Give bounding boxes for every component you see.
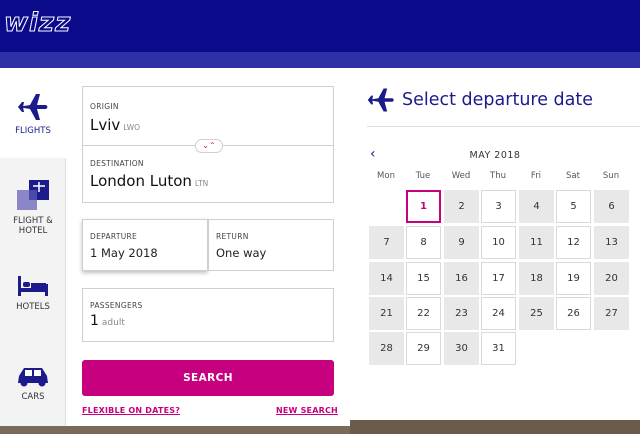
calendar-day[interactable]: 6 xyxy=(594,190,629,223)
destination-field[interactable]: London Luton LTN xyxy=(90,172,208,190)
search-form: ORIGIN Lviv LWO ⌄⌃ DESTINATION London Lut… xyxy=(66,68,350,434)
airplane-icon xyxy=(18,94,48,120)
calendar-title: Select departure date xyxy=(402,90,594,110)
car-icon xyxy=(18,368,48,387)
calendar-day[interactable]: 12 xyxy=(556,226,591,259)
sidebar-item-hotels[interactable]: HOTELS xyxy=(0,258,66,338)
calendar-day[interactable]: 26 xyxy=(556,297,591,330)
departure-field[interactable] xyxy=(82,219,208,271)
calendar-day[interactable]: 23 xyxy=(444,297,479,330)
calendar-day[interactable]: 27 xyxy=(594,297,629,330)
weekday-header: Sat xyxy=(566,171,580,181)
calendar-month: MAY 2018 xyxy=(469,150,521,161)
weekday-header: Fri xyxy=(530,171,542,181)
new-search-link[interactable]: NEW SEARCH xyxy=(276,406,338,415)
passengers-value: 1 adult xyxy=(90,313,125,329)
origin-code: LWO xyxy=(123,123,141,132)
calendar-day[interactable]: 2 xyxy=(444,190,479,223)
calendar-day-selected[interactable]: 1 xyxy=(406,190,441,223)
departure-label: DEPARTURE xyxy=(90,232,138,241)
destination-city: London Luton xyxy=(90,172,192,190)
sidebar-item-label: CARS xyxy=(21,392,45,402)
calendar-divider xyxy=(367,126,640,127)
passengers-count: 1 xyxy=(90,313,99,329)
background-photo-strip xyxy=(0,426,350,434)
wizz-logo[interactable]: wizz xyxy=(3,8,71,39)
sidebar-item-flight-hotel[interactable]: FLIGHT & HOTEL xyxy=(0,164,66,246)
calendar-day[interactable]: 21 xyxy=(369,297,404,330)
calendar-day[interactable]: 7 xyxy=(369,226,404,259)
calendar-day[interactable]: 11 xyxy=(519,226,554,259)
calendar-day[interactable]: 13 xyxy=(594,226,629,259)
weekday-header: Mon xyxy=(377,171,395,181)
origin-label: ORIGIN xyxy=(90,102,119,111)
calendar-day[interactable]: 14 xyxy=(369,262,404,295)
destination-code: LTN xyxy=(194,179,209,188)
calendar-day[interactable]: 16 xyxy=(444,262,479,295)
calendar-day[interactable]: 24 xyxy=(481,297,516,330)
weekday-header: Thu xyxy=(490,171,506,181)
sidebar-item-label: FLIGHTS xyxy=(15,126,51,136)
airplane-icon xyxy=(367,88,394,112)
calendar-day[interactable]: 20 xyxy=(594,262,629,295)
swap-route-button[interactable]: ⌄⌃ xyxy=(195,139,223,153)
sidebar-item-label: FLIGHT & HOTEL xyxy=(13,216,53,236)
passengers-label: PASSENGERS xyxy=(90,301,143,310)
flight-hotel-icon xyxy=(17,180,49,210)
calendar-day[interactable]: 29 xyxy=(406,332,441,365)
sidebar-item-cars[interactable]: CARS xyxy=(0,348,66,428)
calendar-day[interactable]: 31 xyxy=(481,332,516,365)
calendar-day[interactable]: 17 xyxy=(481,262,516,295)
header-bar: wizz xyxy=(0,0,640,68)
return-label: RETURN xyxy=(216,232,249,241)
return-field[interactable] xyxy=(208,219,334,271)
origin-city: Lviv xyxy=(90,116,121,134)
destination-label: DESTINATION xyxy=(90,159,144,168)
bed-icon xyxy=(18,276,48,296)
calendar-day[interactable]: 3 xyxy=(481,190,516,223)
weekday-header: Sun xyxy=(602,171,620,181)
calendar-day[interactable]: 19 xyxy=(556,262,591,295)
product-sidebar: FLIGHTS FLIGHT & HOTEL HOTELS CARS xyxy=(0,68,66,434)
calendar-day[interactable]: 9 xyxy=(444,226,479,259)
return-value: One way xyxy=(216,246,267,260)
calendar-day[interactable]: 28 xyxy=(369,332,404,365)
calendar-day[interactable]: 10 xyxy=(481,226,516,259)
calendar-day[interactable]: 4 xyxy=(519,190,554,223)
calendar-day[interactable]: 18 xyxy=(519,262,554,295)
sidebar-item-label: HOTELS xyxy=(16,302,50,312)
sidebar-item-flights[interactable]: FLIGHTS xyxy=(0,68,66,158)
calendar-panel: Select departure date ‹ MAY 2018 Mon Tue W… xyxy=(350,68,640,420)
passengers-unit: adult xyxy=(101,318,125,328)
calendar-day[interactable]: 22 xyxy=(406,297,441,330)
background-photo-strip xyxy=(350,420,640,434)
departure-value: 1 May 2018 xyxy=(90,246,158,260)
origin-field[interactable]: Lviv LWO xyxy=(90,116,140,134)
calendar-day[interactable]: 25 xyxy=(519,297,554,330)
weekday-header: Tue xyxy=(415,171,431,181)
calendar-day[interactable]: 5 xyxy=(556,190,591,223)
flexible-dates-link[interactable]: FLEXIBLE ON DATES? xyxy=(82,406,180,415)
header-stripe xyxy=(0,52,640,68)
calendar-day[interactable]: 15 xyxy=(406,262,441,295)
weekday-header: Wed xyxy=(451,171,471,181)
search-button[interactable]: SEARCH xyxy=(82,360,334,396)
calendar-day[interactable]: 8 xyxy=(406,226,441,259)
calendar-day[interactable]: 30 xyxy=(444,332,479,365)
